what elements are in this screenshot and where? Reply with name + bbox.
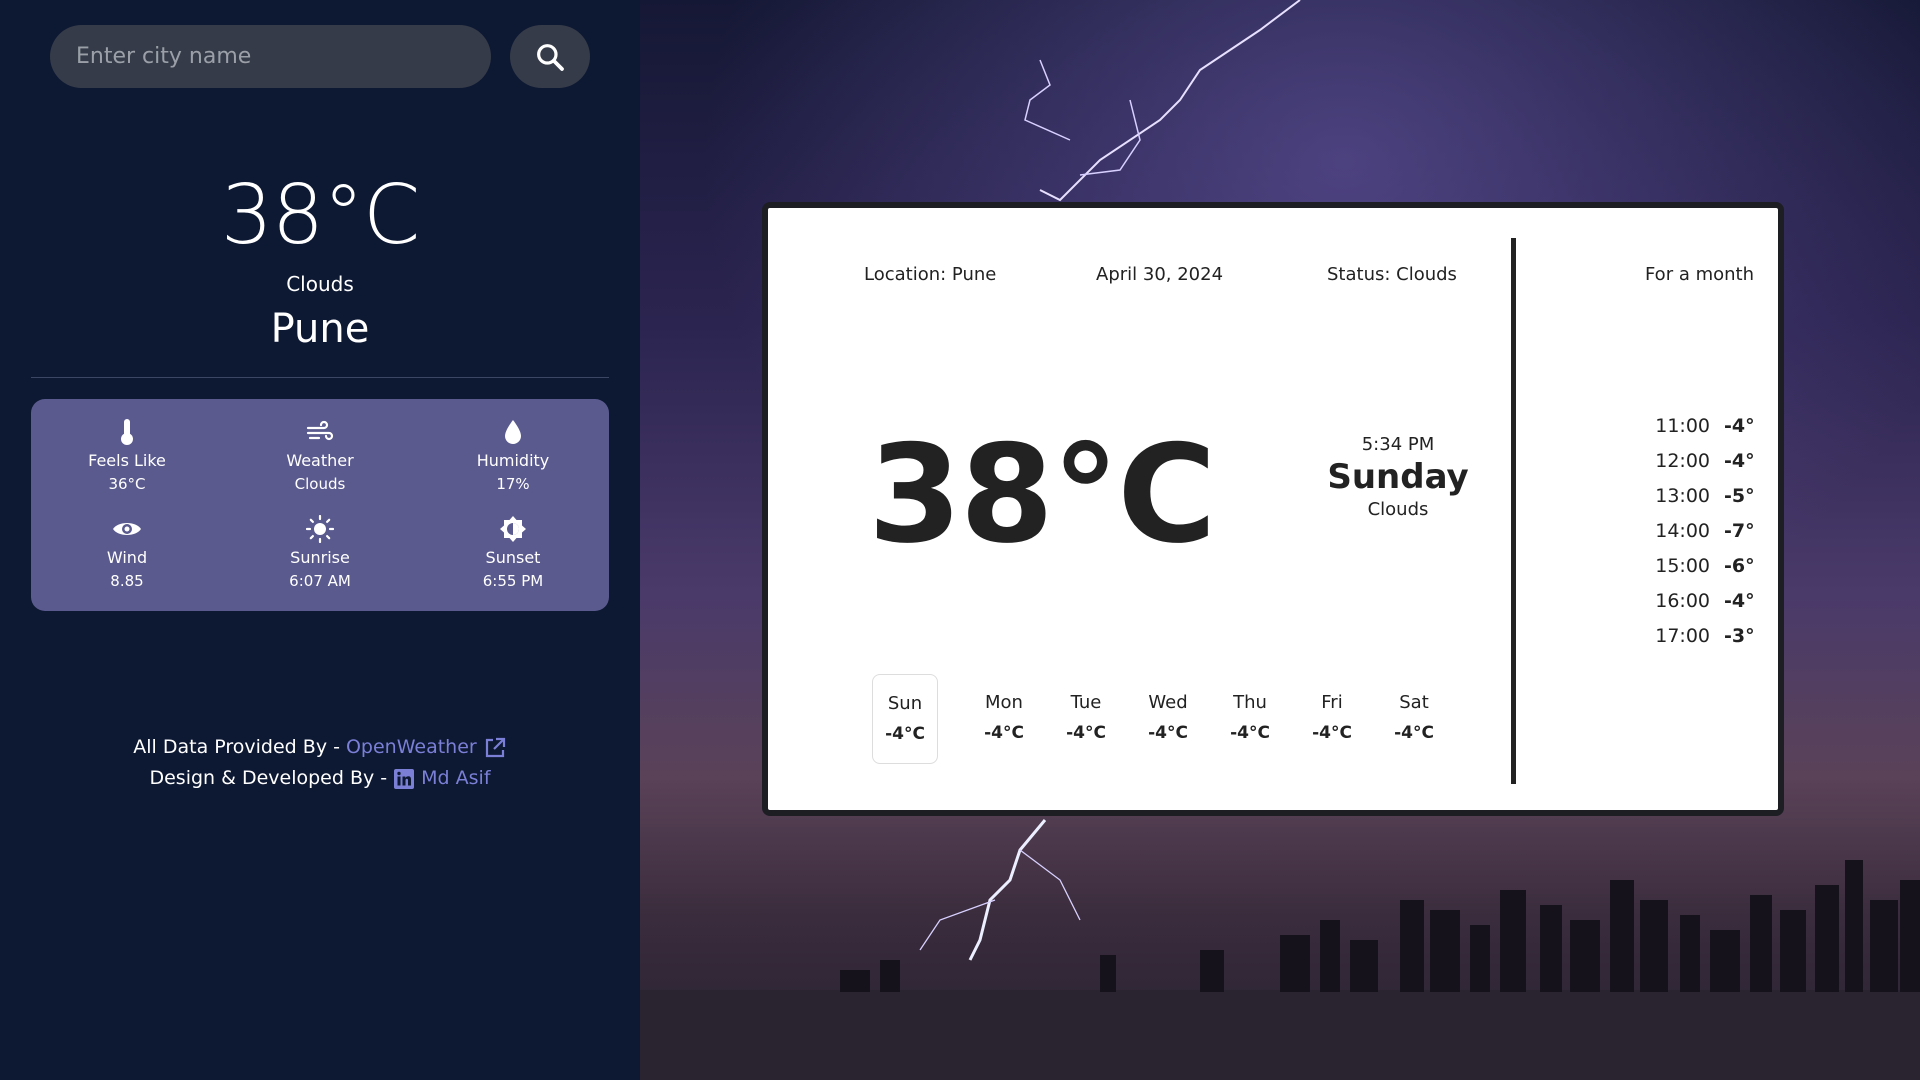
- stats-card: Feels Like 36°C Weather Clouds Humidity …: [31, 399, 609, 611]
- hour-temp: -5°: [1724, 484, 1755, 507]
- day-temp: -4°C: [984, 723, 1024, 743]
- stat-label: Feels Like: [88, 451, 166, 470]
- stat-value: 6:07 AM: [289, 572, 351, 590]
- day-temp: -4°C: [1148, 723, 1188, 743]
- current-day: Sunday: [1327, 457, 1469, 497]
- hour-temp: -7°: [1724, 519, 1755, 542]
- current-status: Clouds: [286, 272, 354, 296]
- day-name: Mon: [985, 692, 1023, 713]
- credits-dev-line: Design & Developed By - Md Asif: [0, 763, 640, 794]
- hourly-row: 12:00 -4°: [1634, 443, 1754, 478]
- hourly-forecast: 11:00 -4° 12:00 -4° 13:00 -5° 14:00 -7° 15:0…: [1634, 408, 1754, 653]
- search-input[interactable]: [50, 25, 491, 88]
- credits-data-prefix: All Data Provided By -: [133, 736, 340, 758]
- current-temperature: 38°C: [220, 168, 421, 263]
- month-label: For a month: [1644, 264, 1754, 285]
- stat-value: 8.85: [110, 572, 144, 590]
- search-icon: [537, 43, 564, 71]
- day-temp: -4°C: [1230, 723, 1270, 743]
- linkedin-icon[interactable]: [393, 768, 415, 790]
- eye-icon: [113, 523, 141, 535]
- hour-time: 11:00: [1655, 414, 1710, 437]
- day-tab[interactable]: Fri -4°C: [1299, 674, 1365, 764]
- stat-label: Wind: [106, 548, 148, 567]
- author-link[interactable]: Md Asif: [421, 763, 490, 794]
- day-name: Thu: [1233, 692, 1267, 713]
- hour-time: 16:00: [1655, 589, 1710, 612]
- stat-humidity: Humidity 17%: [417, 417, 609, 493]
- hour-time: 15:00: [1655, 554, 1710, 577]
- search-button[interactable]: [510, 25, 590, 88]
- hourly-row: 16:00 -4°: [1634, 583, 1754, 618]
- external-link-icon[interactable]: [483, 736, 507, 760]
- current-time: 5:34 PM: [1361, 434, 1435, 455]
- day-name: Sat: [1399, 692, 1429, 713]
- hour-temp: -4°: [1724, 414, 1755, 437]
- credits-dev-prefix: Design & Developed By -: [149, 767, 388, 789]
- time-block: 5:34 PM Sunday Clouds: [1298, 434, 1498, 520]
- week-forecast: Sun -4°C Mon -4°C Tue -4°C Wed -4°C Thu …: [872, 674, 1472, 764]
- hour-temp: -6°: [1724, 554, 1755, 577]
- hour-time: 17:00: [1655, 624, 1710, 647]
- big-temperature: 38°C: [868, 416, 1216, 573]
- stat-weather: Weather Clouds: [224, 417, 416, 493]
- stat-label: Weather: [286, 451, 354, 470]
- day-name: Tue: [1070, 692, 1102, 713]
- day-temp: -4°C: [885, 724, 925, 744]
- current-city: Pune: [270, 306, 370, 352]
- search-bar: [50, 25, 590, 88]
- divider: [31, 377, 609, 378]
- day-tab[interactable]: Mon -4°C: [971, 674, 1037, 764]
- stat-label: Humidity: [476, 451, 550, 470]
- stat-label: Sunset: [485, 548, 541, 567]
- date-label: April 30, 2024: [1096, 264, 1224, 285]
- sidebar: 38°C Clouds Pune Feels Like 36°C Weather…: [0, 0, 640, 1080]
- day-temp: -4°C: [1066, 723, 1106, 743]
- hourly-row: 15:00 -6°: [1634, 548, 1754, 583]
- day-tab[interactable]: Tue -4°C: [1053, 674, 1119, 764]
- hour-time: 13:00: [1655, 484, 1710, 507]
- hourly-row: 11:00 -4°: [1634, 408, 1754, 443]
- day-temp: -4°C: [1394, 723, 1434, 743]
- stat-sunrise: Sunrise 6:07 AM: [224, 514, 416, 590]
- stat-sunset: Sunset 6:55 PM: [417, 514, 609, 590]
- stat-value: Clouds: [294, 475, 346, 493]
- credits: All Data Provided By - OpenWeather Desig…: [0, 732, 640, 794]
- stat-value: 6:55 PM: [482, 572, 544, 590]
- day-tab[interactable]: Thu -4°C: [1217, 674, 1283, 764]
- droplet-icon: [505, 420, 521, 444]
- wind-icon: [306, 420, 334, 441]
- weather-card: Location: Pune April 30, 2024 Status: Cl…: [762, 202, 1784, 816]
- hourly-row: 17:00 -3°: [1634, 618, 1754, 653]
- stat-value: 36°C: [108, 475, 146, 493]
- day-name: Wed: [1148, 692, 1188, 713]
- hour-temp: -4°: [1724, 449, 1755, 472]
- hour-time: 14:00: [1655, 519, 1710, 542]
- brightness-icon: [500, 516, 526, 542]
- stat-value: 17%: [496, 475, 530, 493]
- day-name: Sun: [887, 693, 923, 714]
- stat-label: Sunrise: [290, 548, 350, 567]
- hourly-row: 14:00 -7°: [1634, 513, 1754, 548]
- credits-data-line: All Data Provided By - OpenWeather: [0, 732, 640, 763]
- day-tab[interactable]: Sun -4°C: [872, 674, 938, 764]
- hour-temp: -3°: [1724, 624, 1755, 647]
- openweather-link[interactable]: OpenWeather: [346, 732, 477, 763]
- day-tab[interactable]: Sat -4°C: [1381, 674, 1447, 764]
- thermometer-icon: [121, 419, 133, 445]
- vertical-divider: [1511, 238, 1516, 784]
- location-label: Location: Pune: [864, 264, 997, 285]
- current-condition: Clouds: [1367, 499, 1429, 520]
- stat-feels-like: Feels Like 36°C: [31, 417, 223, 493]
- day-tab[interactable]: Wed -4°C: [1135, 674, 1201, 764]
- stat-wind: Wind 8.85: [31, 514, 223, 590]
- hourly-row: 13:00 -5°: [1634, 478, 1754, 513]
- hour-time: 12:00: [1655, 449, 1710, 472]
- status-label: Status: Clouds: [1327, 264, 1457, 285]
- hour-temp: -4°: [1724, 589, 1755, 612]
- sun-icon: [306, 515, 334, 543]
- day-name: Fri: [1321, 692, 1343, 713]
- day-temp: -4°C: [1312, 723, 1352, 743]
